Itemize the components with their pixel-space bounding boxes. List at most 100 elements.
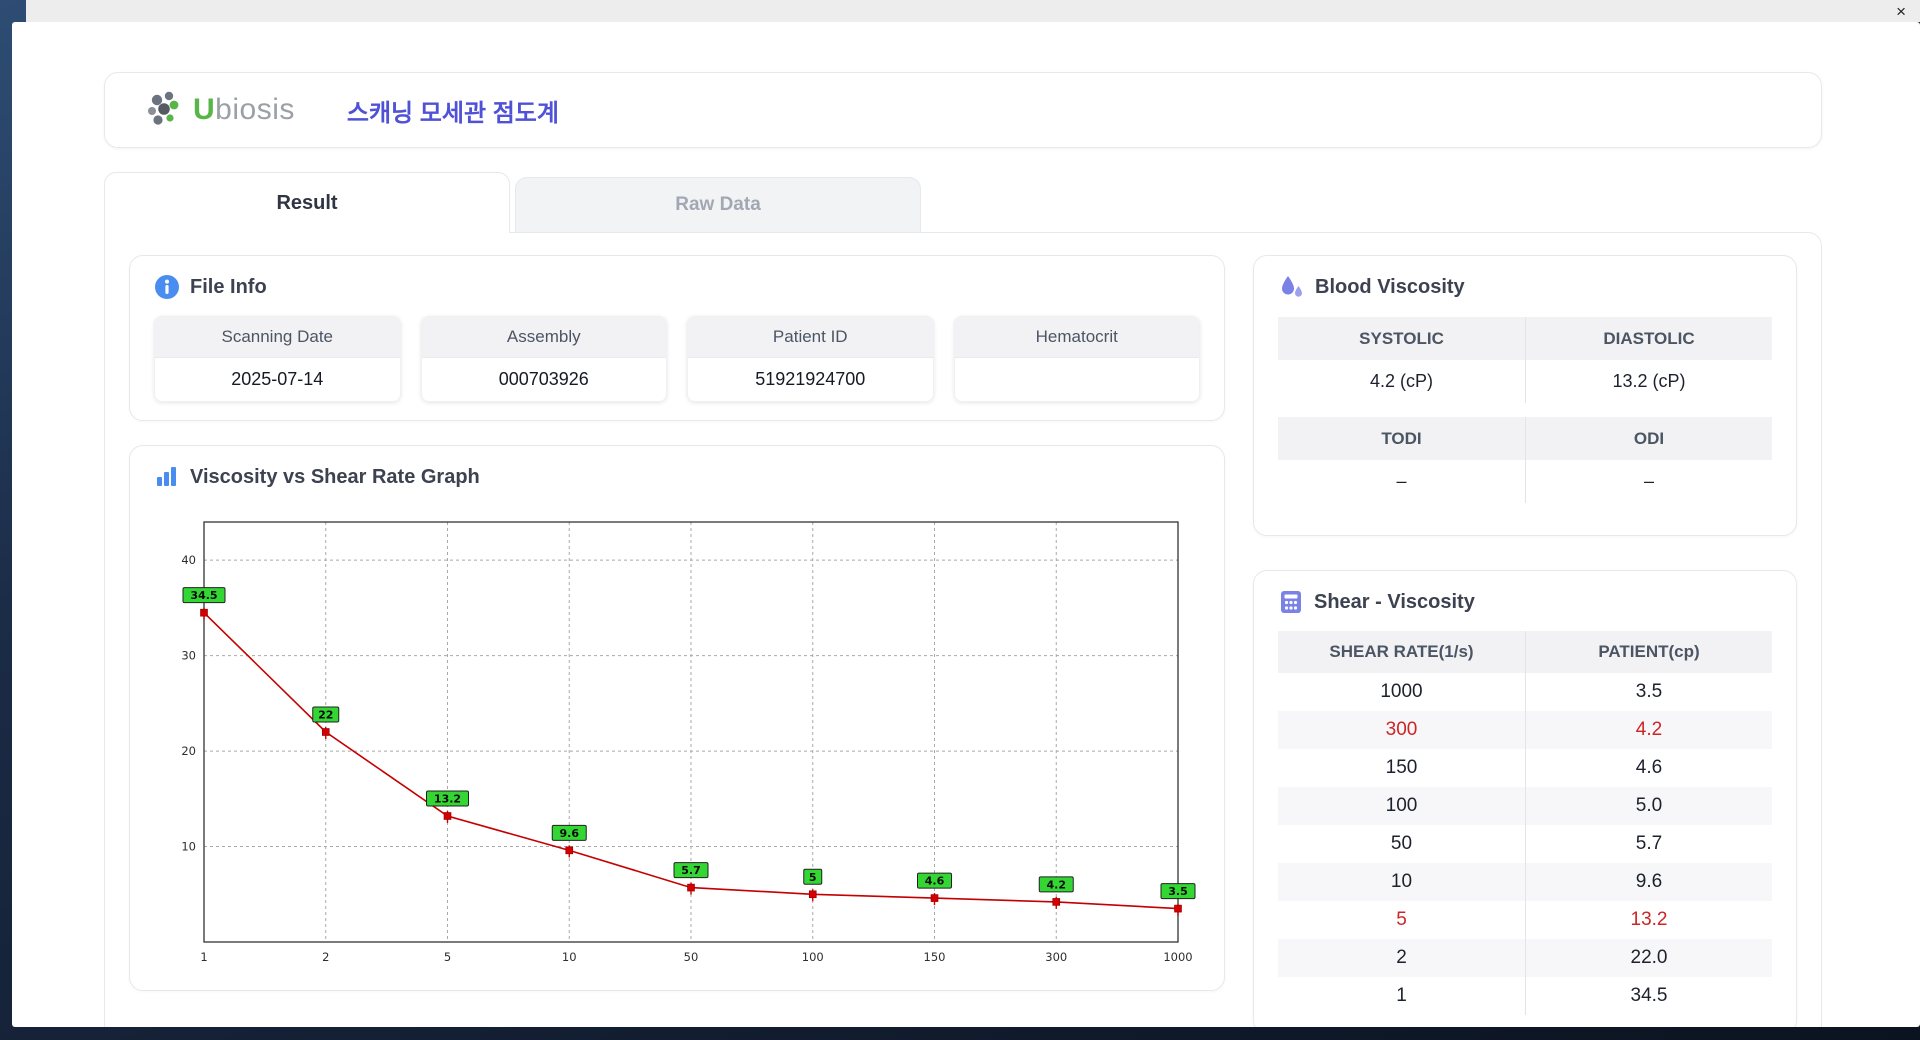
shear-rate-column-header: SHEAR RATE(1/s): [1329, 642, 1474, 661]
patient-viscosity-cell: 3.5: [1525, 673, 1772, 711]
shear-rate-cell: 10: [1390, 871, 1413, 892]
systolic-label: SYSTOLIC: [1278, 317, 1525, 360]
tab-result[interactable]: Result: [104, 172, 510, 233]
blood-viscosity-title: Blood Viscosity: [1315, 276, 1465, 298]
svg-text:5: 5: [444, 950, 451, 964]
patient-viscosity-cell: 13.2: [1525, 901, 1772, 939]
patient-viscosity-cell: 4.2: [1525, 711, 1772, 749]
svg-text:50: 50: [684, 950, 699, 964]
patient-viscosity-cell: 9.6: [1525, 863, 1772, 901]
bar-chart-icon: [157, 467, 176, 486]
field-patient-id: Patient ID 51921924700: [687, 316, 934, 402]
file-info-title: File Info: [190, 275, 267, 298]
blood-viscosity-grid: SYSTOLIC DIASTOLIC 4.2 (cP) 13.2 (cP) TO…: [1278, 317, 1772, 503]
field-label: Hematocrit: [954, 317, 1199, 357]
app-header: Ubiosis 스캐닝 모세관 점도계: [104, 72, 1822, 148]
info-icon: [155, 275, 179, 299]
svg-text:20: 20: [181, 744, 196, 758]
svg-text:3.5: 3.5: [1168, 885, 1188, 898]
field-value: 2025-07-14: [155, 357, 400, 401]
patient-column-header: PATIENT(cp): [1525, 631, 1772, 673]
close-icon[interactable]: ×: [1896, 3, 1906, 20]
svg-text:13.2: 13.2: [434, 793, 461, 806]
shear-table-row: 5 13.2: [1278, 901, 1772, 939]
viscosity-shear-chart: 10 20 30 40 1 2 5 10 50 100 150 300 1000 34.5 22 13.2 9.…: [181, 521, 1196, 964]
patient-viscosity-cell: 4.6: [1525, 749, 1772, 787]
viscosity-chart: 10 20 30 40 1 2 5 10 50 100 150 300 1000 34.5 22 13.2 9.…: [154, 500, 1200, 972]
odi-label: ODI: [1525, 417, 1772, 460]
svg-text:22: 22: [318, 709, 333, 722]
todi-label: TODI: [1278, 417, 1525, 460]
diastolic-value: 13.2 (cP): [1525, 360, 1772, 403]
shear-table-row: 10 9.6: [1278, 863, 1772, 901]
shear-rate-cell: 50: [1390, 833, 1413, 854]
logo-text: Ubiosis: [193, 93, 295, 126]
page-title: 스캐닝 모세관 점도계: [346, 99, 559, 127]
svg-text:1000: 1000: [1163, 950, 1192, 964]
shear-rate-cell: 1: [1396, 985, 1407, 1006]
ubiosis-logo: Ubiosis: [143, 88, 295, 132]
svg-text:9.6: 9.6: [560, 827, 580, 840]
calculator-icon: [1281, 591, 1301, 613]
svg-text:34.5: 34.5: [190, 589, 217, 602]
app-window: Ubiosis 스캐닝 모세관 점도계 Result Raw Data File…: [12, 22, 1920, 1027]
blood-viscosity-card: Blood Viscosity SYSTOLIC DIASTOLIC 4.2 (…: [1253, 255, 1797, 536]
shear-table-row: 2 22.0: [1278, 939, 1772, 977]
patient-viscosity-cell: 5.7: [1525, 825, 1772, 863]
todi-value: –: [1396, 471, 1407, 491]
svg-text:300: 300: [1045, 950, 1067, 964]
svg-text:2: 2: [322, 950, 329, 964]
shear-rate-cell: 1000: [1380, 681, 1423, 702]
svg-text:5.7: 5.7: [681, 864, 701, 877]
shear-rate-cell: 100: [1385, 795, 1418, 816]
field-assembly: Assembly 000703926: [420, 316, 667, 402]
result-panel: File Info Scanning Date 2025-07-14 Assem…: [104, 232, 1822, 1027]
svg-text:1: 1: [200, 950, 207, 964]
window-titlebar: ×: [26, 0, 1920, 22]
droplets-icon: [1282, 276, 1302, 297]
svg-text:40: 40: [181, 553, 196, 567]
svg-text:4.2: 4.2: [1047, 878, 1067, 891]
shear-rate-cell: 150: [1385, 757, 1418, 778]
svg-text:100: 100: [802, 950, 824, 964]
patient-viscosity-cell: 34.5: [1525, 977, 1772, 1015]
shear-table-row: 300 4.2: [1278, 711, 1772, 749]
shear-table-body: 1000 3.5 300 4.2 150 4.6 100 5.0 50 5.7 10 9.6 5 13.2…: [1278, 673, 1772, 1015]
field-value: 51921924700: [688, 357, 933, 401]
shear-table-row: 150 4.6: [1278, 749, 1772, 787]
tab-bar: Result Raw Data: [104, 172, 1822, 233]
shear-viscosity-title: Shear - Viscosity: [1314, 590, 1475, 613]
shear-table-header: SHEAR RATE(1/s) PATIENT(cp): [1278, 631, 1772, 673]
field-value: [954, 357, 1199, 400]
svg-text:10: 10: [562, 950, 577, 964]
graph-title: Viscosity vs Shear Rate Graph: [190, 465, 480, 488]
shear-table-row: 1000 3.5: [1278, 673, 1772, 711]
shear-table-row: 1 34.5: [1278, 977, 1772, 1015]
svg-text:4.6: 4.6: [925, 875, 945, 888]
shear-rate-cell: 2: [1396, 947, 1407, 968]
diastolic-label: DIASTOLIC: [1525, 317, 1772, 360]
shear-table-row: 50 5.7: [1278, 825, 1772, 863]
shear-viscosity-card: Shear - Viscosity SHEAR RATE(1/s) PATIEN…: [1253, 570, 1797, 1027]
svg-text:150: 150: [924, 950, 946, 964]
tab-raw-data[interactable]: Raw Data: [515, 177, 921, 233]
field-label: Patient ID: [688, 317, 933, 357]
file-info-fields: Scanning Date 2025-07-14 Assembly 000703…: [154, 316, 1200, 402]
patient-viscosity-cell: 5.0: [1525, 787, 1772, 825]
systolic-value: 4.2 (cP): [1369, 371, 1434, 391]
field-value: 000703926: [421, 357, 666, 401]
field-scanning-date: Scanning Date 2025-07-14: [154, 316, 401, 402]
field-hematocrit: Hematocrit: [953, 316, 1200, 402]
shear-rate-cell: 5: [1396, 909, 1407, 930]
file-info-card: File Info Scanning Date 2025-07-14 Assem…: [129, 255, 1225, 421]
shear-viscosity-table: SHEAR RATE(1/s) PATIENT(cp) 1000 3.5 300 4.…: [1278, 631, 1772, 1015]
svg-text:5: 5: [809, 871, 817, 884]
odi-value: –: [1525, 460, 1772, 503]
svg-text:10: 10: [181, 840, 196, 854]
field-label: Scanning Date: [155, 317, 400, 357]
field-label: Assembly: [421, 317, 666, 357]
ubiosis-logo-icon: [148, 91, 179, 125]
shear-table-row: 100 5.0: [1278, 787, 1772, 825]
shear-rate-cell: 300: [1385, 719, 1418, 740]
patient-viscosity-cell: 22.0: [1525, 939, 1772, 977]
